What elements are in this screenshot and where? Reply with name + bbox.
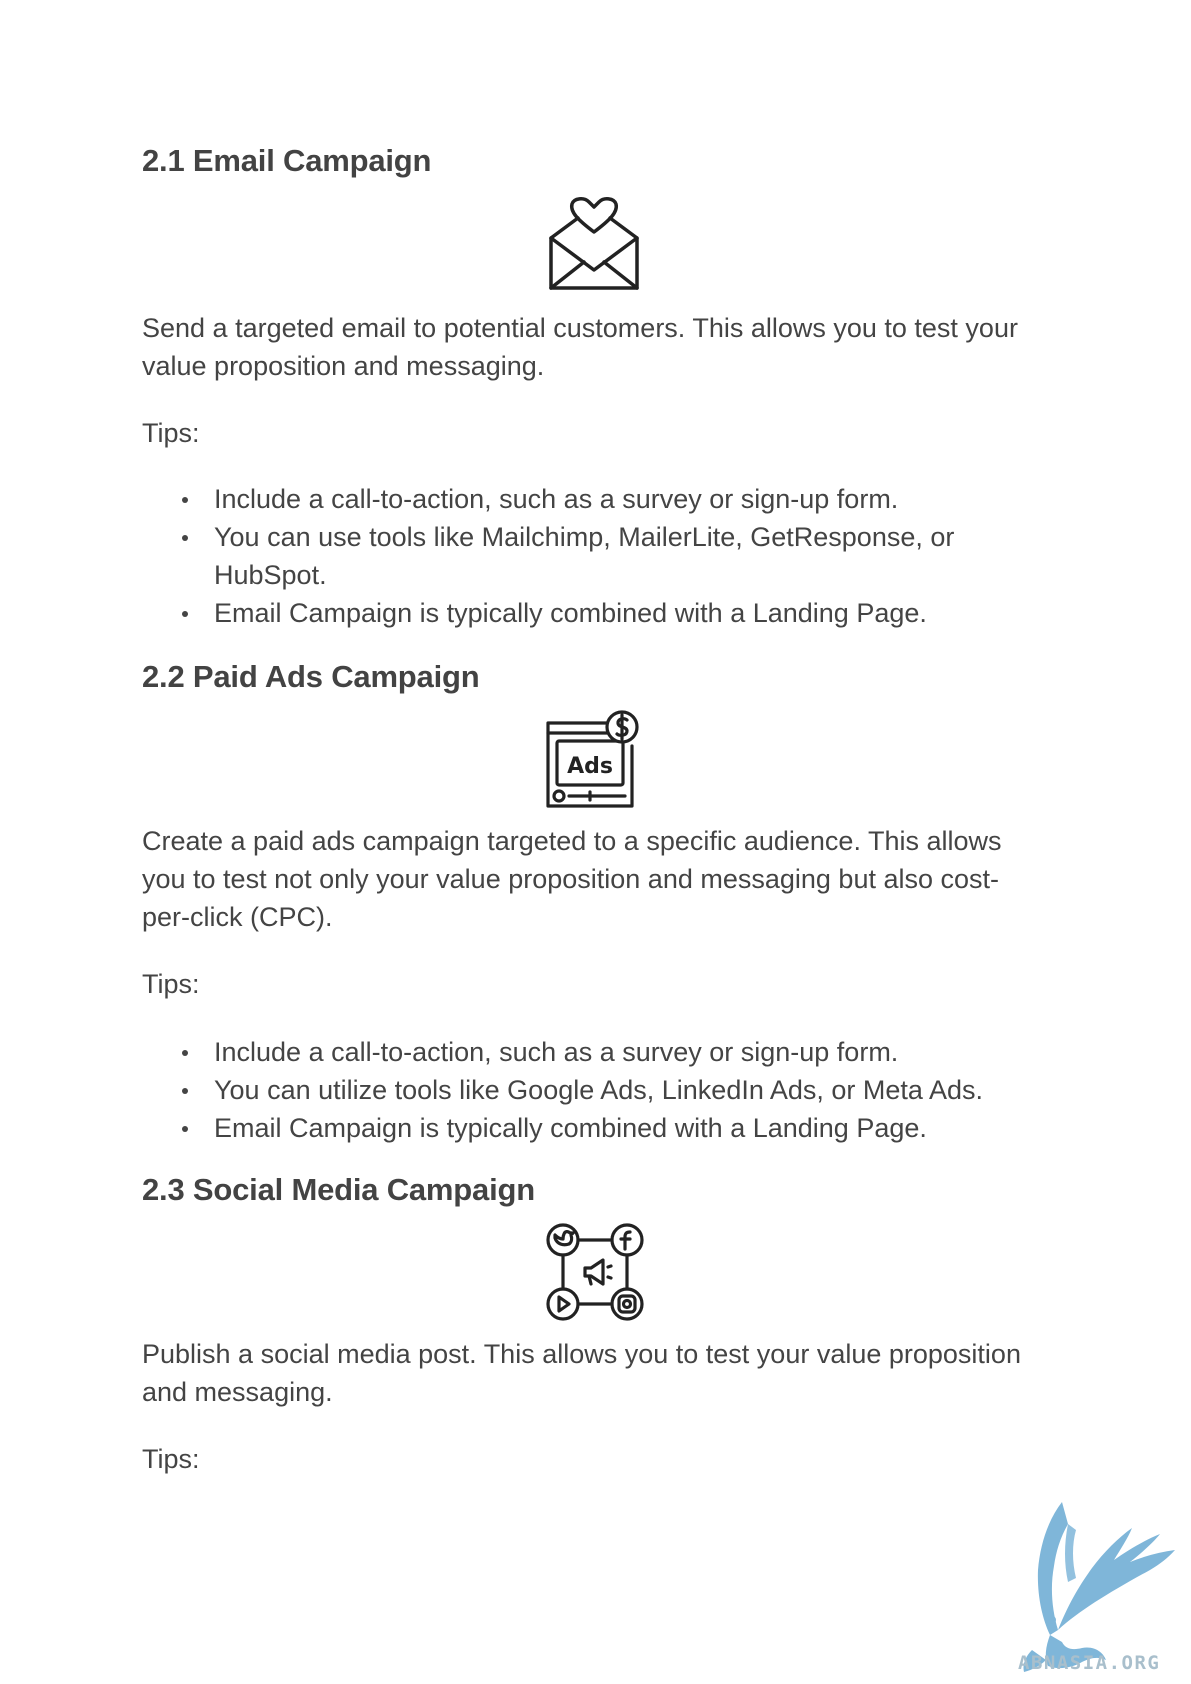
ads-browser-icon: Ads xyxy=(546,710,639,808)
griffin-logo-icon xyxy=(1023,1502,1175,1672)
tips-label-email: Tips: xyxy=(142,418,200,448)
watermark-text: ABNASIA.ORG xyxy=(1018,1652,1161,1674)
list-item: Include a call-to-action, such as a surv… xyxy=(142,480,1062,518)
section-heading-paid-ads: 2.2 Paid Ads Campaign xyxy=(142,659,480,694)
ads-icon-label: Ads xyxy=(567,754,613,779)
section-description-social-media: Publish a social media post. This allows… xyxy=(142,1339,1021,1407)
section-description-paid-ads: Create a paid ads campaign targeted to a… xyxy=(142,826,1002,932)
list-item: Include a call-to-action, such as a surv… xyxy=(142,1033,1062,1071)
tips-list-paid-ads: Include a call-to-action, such as a surv… xyxy=(142,1033,1062,1147)
list-item: You can utilize tools like Google Ads, L… xyxy=(142,1071,1062,1109)
social-network-icon xyxy=(546,1223,644,1321)
section-heading-email: 2.1 Email Campaign xyxy=(142,143,432,178)
list-item: You can use tools like Mailchimp, Mailer… xyxy=(142,518,1062,594)
document-page: 2.1 Email Campaign Send a targeted email… xyxy=(0,0,1191,1684)
list-item: Email Campaign is typically combined wit… xyxy=(142,1109,1062,1147)
tips-label-social-media: Tips: xyxy=(142,1444,200,1474)
tips-list-email: Include a call-to-action, such as a surv… xyxy=(142,480,1062,632)
email-heart-icon xyxy=(549,197,639,290)
section-description-email: Send a targeted email to potential custo… xyxy=(142,313,1018,381)
section-heading-social-media: 2.3 Social Media Campaign xyxy=(142,1172,535,1207)
tips-label-paid-ads: Tips: xyxy=(142,969,200,999)
list-item: Email Campaign is typically combined wit… xyxy=(142,594,1062,632)
